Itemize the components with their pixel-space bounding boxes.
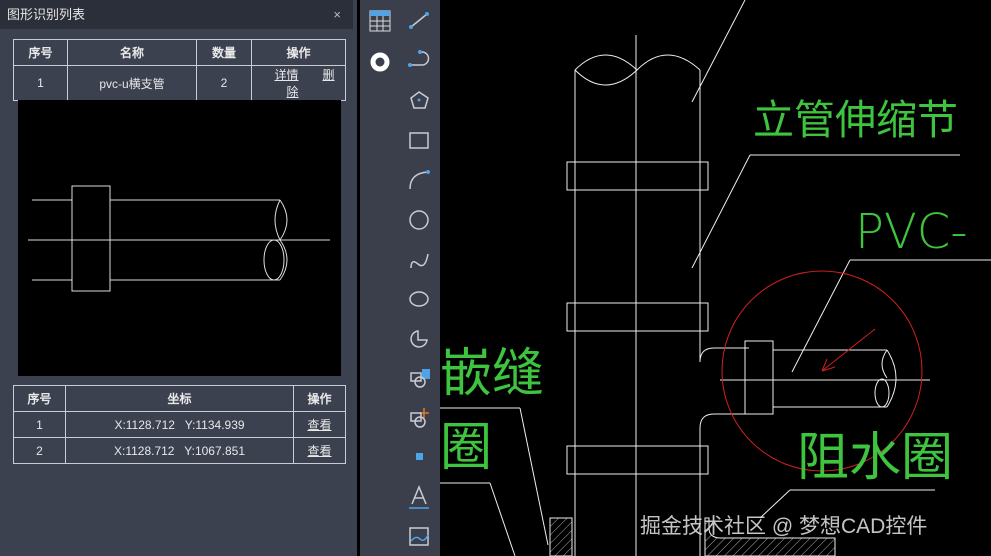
header-count: 数量 bbox=[196, 39, 252, 66]
view-link[interactable]: 查看 bbox=[307, 418, 331, 432]
ellipse-icon[interactable] bbox=[409, 291, 429, 307]
spline-icon[interactable] bbox=[410, 253, 429, 269]
row-index: 1 bbox=[13, 411, 66, 438]
label-ring: 圈 bbox=[440, 418, 493, 478]
preview-drawing bbox=[28, 185, 330, 292]
table-header-row: 序号 坐标 操作 bbox=[13, 385, 346, 412]
shape-preview bbox=[18, 100, 341, 376]
table-icon[interactable] bbox=[369, 10, 391, 32]
row-coord: X:1128.712 Y:1134.939 bbox=[65, 411, 294, 438]
donut-icon[interactable] bbox=[370, 52, 390, 72]
line-icon[interactable] bbox=[409, 12, 429, 29]
row-action: 查看 bbox=[293, 437, 346, 464]
row-index: 1 bbox=[13, 65, 68, 101]
polyline-icon[interactable] bbox=[408, 50, 430, 67]
table-row[interactable]: 1 X:1128.712 Y:1134.939 查看 bbox=[13, 411, 346, 438]
panel-titlebar: 图形识别列表 × bbox=[0, 0, 353, 29]
polygon-icon[interactable] bbox=[410, 91, 429, 109]
row-action: 查看 bbox=[293, 411, 346, 438]
rectangle-icon[interactable] bbox=[409, 132, 429, 149]
view-link[interactable]: 查看 bbox=[307, 444, 331, 458]
arc-icon[interactable] bbox=[409, 170, 430, 190]
label-pvc: PVC- bbox=[855, 204, 968, 260]
shape-recognition-panel: 图形识别列表 × 序号 名称 数量 操作 1 pvc-u横支管 2 详情 删除 序… bbox=[0, 0, 357, 556]
drawing-toolbar bbox=[360, 0, 440, 556]
table-header-row: 序号 名称 数量 操作 bbox=[13, 39, 346, 66]
circle-icon[interactable] bbox=[409, 210, 429, 230]
label-caulk: 嵌缝 bbox=[440, 344, 545, 404]
header-action: 操作 bbox=[293, 385, 346, 412]
cad-canvas[interactable]: 立管伸缩节 PVC- 阻水圈 嵌缝 圈 bbox=[440, 0, 991, 556]
row-actions: 详情 删除 bbox=[251, 65, 346, 101]
row-name: pvc-u横支管 bbox=[67, 65, 197, 101]
row-count: 2 bbox=[196, 65, 252, 101]
text-icon[interactable] bbox=[409, 485, 429, 509]
detail-link[interactable]: 详情 bbox=[274, 68, 298, 82]
watermark: 掘金技术社区 @ 梦想CAD控件 bbox=[640, 515, 928, 538]
row-coord: X:1128.712 Y:1067.851 bbox=[65, 437, 294, 464]
close-icon[interactable]: × bbox=[333, 0, 341, 29]
header-index: 序号 bbox=[13, 385, 66, 412]
point-icon[interactable] bbox=[416, 453, 423, 460]
header-action: 操作 bbox=[251, 39, 346, 66]
block-create-icon[interactable] bbox=[410, 408, 429, 428]
shape-list-table: 序号 名称 数量 操作 1 pvc-u横支管 2 详情 删除 bbox=[13, 39, 346, 101]
header-name: 名称 bbox=[67, 39, 197, 66]
image-icon[interactable] bbox=[409, 527, 429, 546]
toolbar-icons bbox=[369, 10, 430, 546]
coordinate-table: 序号 坐标 操作 1 X:1128.712 Y:1134.939 查看 2 X:… bbox=[13, 385, 346, 464]
row-index: 2 bbox=[13, 437, 66, 464]
label-riser-expansion: 立管伸缩节 bbox=[753, 96, 958, 144]
header-coord: 坐标 bbox=[65, 385, 294, 412]
table-row[interactable]: 1 pvc-u横支管 2 详情 删除 bbox=[13, 65, 346, 101]
panel-title: 图形识别列表 bbox=[7, 7, 86, 22]
block-insert-icon[interactable] bbox=[410, 369, 430, 388]
sector-icon[interactable] bbox=[410, 330, 428, 348]
label-water-ring: 阻水圈 bbox=[797, 428, 954, 488]
header-index: 序号 bbox=[13, 39, 68, 66]
table-row[interactable]: 2 X:1128.712 Y:1067.851 查看 bbox=[13, 437, 346, 464]
